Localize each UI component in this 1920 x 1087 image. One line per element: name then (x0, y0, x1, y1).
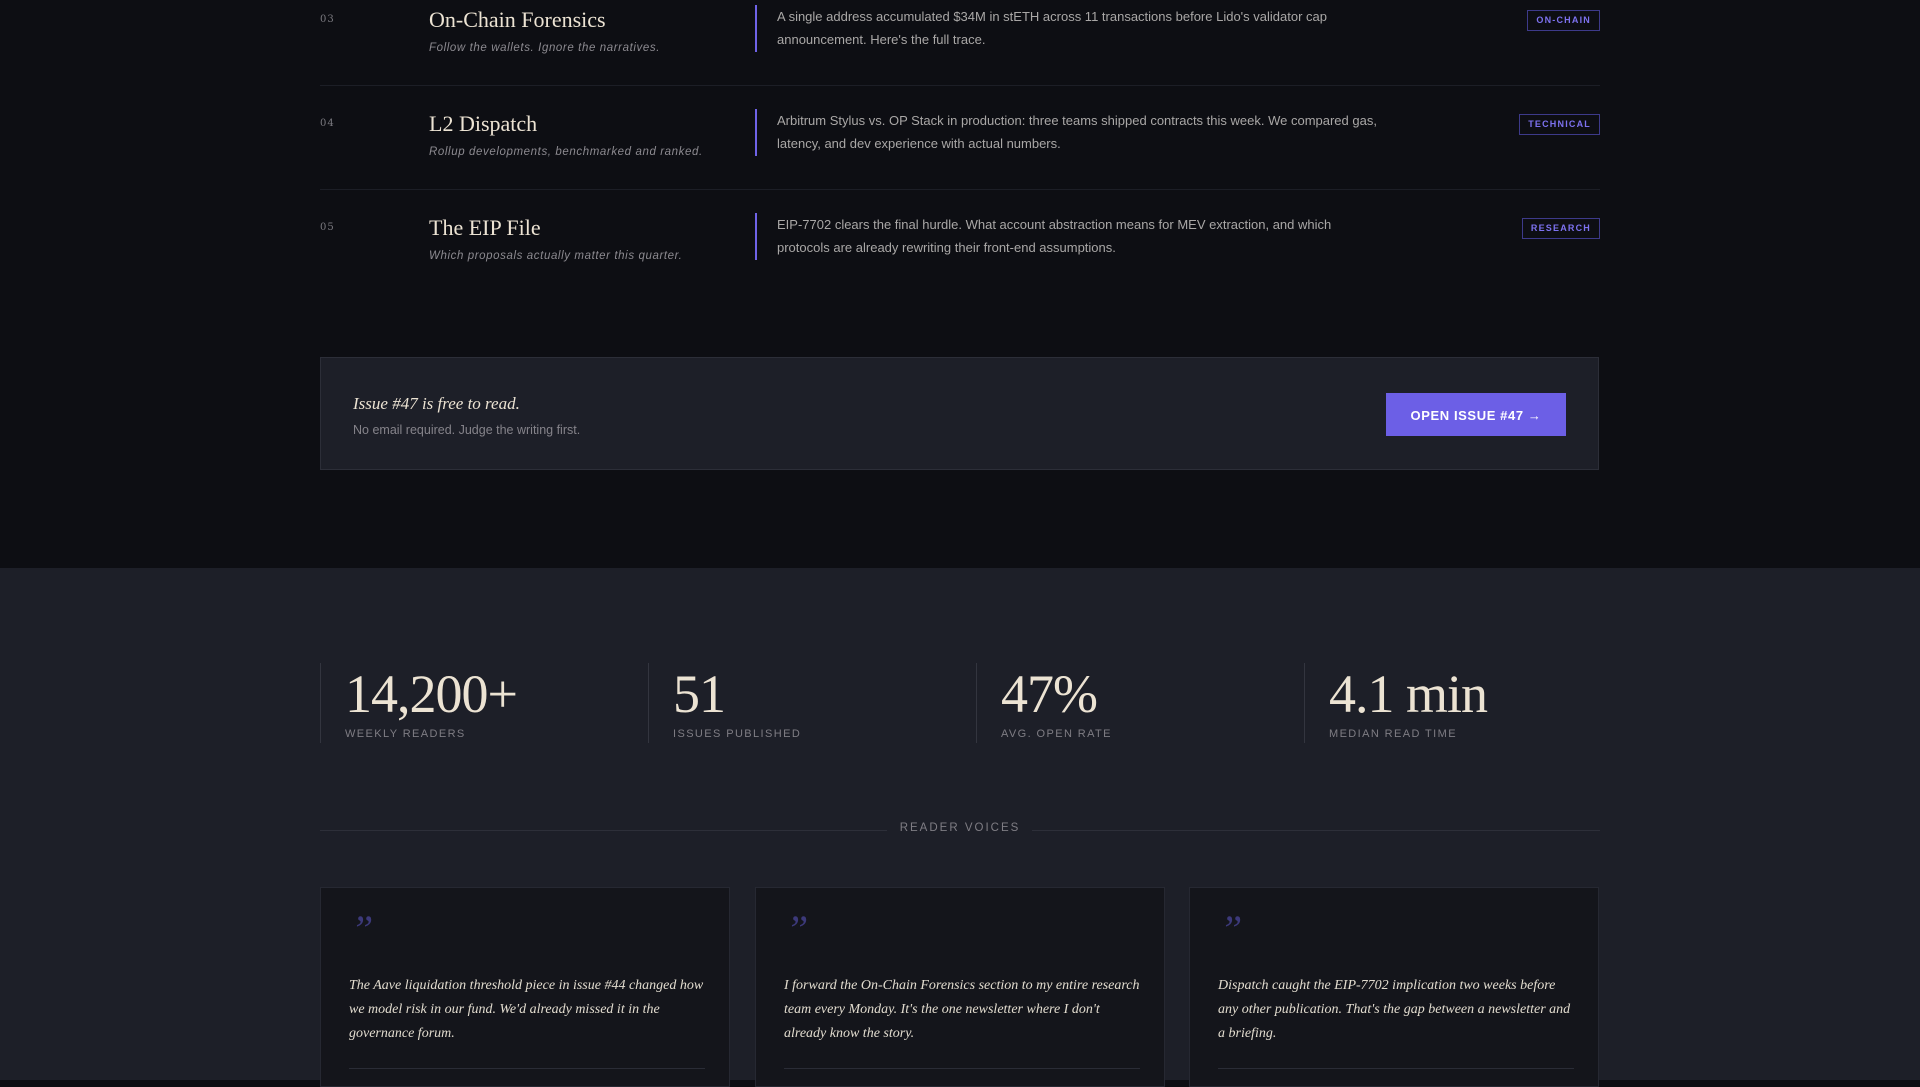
section-number: 04 (320, 118, 335, 129)
stat-issues-published: 51 ISSUES PUBLISHED (648, 663, 977, 743)
testimonial-card: ” I forward the On-Chain Forensics secti… (755, 887, 1165, 1087)
section-description: A single address accumulated $34M in stE… (777, 9, 1327, 47)
stat-label: WEEKLY READERS (345, 728, 466, 740)
section-subtitle: Rollup developments, benchmarked and ran… (429, 146, 703, 158)
section-description: Arbitrum Stylus vs. OP Stack in producti… (777, 113, 1377, 151)
stat-value: 51 (673, 664, 726, 724)
section-number: 05 (320, 222, 335, 233)
stat-label: AVG. OPEN RATE (1001, 728, 1112, 740)
section-title[interactable]: On-Chain Forensics (429, 7, 606, 33)
quote-mark-icon: ” (351, 907, 374, 952)
section-subtitle: Which proposals actually matter this qua… (429, 250, 683, 262)
stat-value: 4.1 min (1329, 664, 1488, 724)
card-divider (1218, 1068, 1574, 1069)
quote-mark-icon: ” (786, 907, 809, 952)
stat-value: 47% (1001, 664, 1098, 724)
testimonial-quote: The Aave liquidation threshold piece in … (349, 978, 704, 1041)
sections-area: 03 On-Chain Forensics Follow the wallets… (0, 0, 1920, 568)
stat-open-rate: 47% AVG. OPEN RATE (976, 663, 1305, 743)
banner-subtitle: No email required. Judge the writing fir… (353, 423, 581, 437)
section-description: EIP-7702 clears the final hurdle. What a… (777, 217, 1332, 255)
section-tag: ON-CHAIN (1527, 10, 1600, 31)
banner-title: Issue #47 is free to read. (353, 394, 520, 413)
section-number: 03 (320, 14, 335, 25)
card-divider (784, 1068, 1140, 1069)
stat-read-time: 4.1 min MEDIAN READ TIME (1304, 663, 1633, 743)
testimonial-card: ” The Aave liquidation threshold piece i… (320, 887, 730, 1087)
testimonial-quote: Dispatch caught the EIP-7702 implication… (1218, 978, 1571, 1041)
section-title[interactable]: The EIP File (429, 215, 541, 241)
section-tag: RESEARCH (1521, 218, 1600, 239)
section-title[interactable]: L2 Dispatch (429, 111, 537, 137)
accent-bar (755, 213, 757, 260)
stat-weekly-readers: 14,200+ WEEKLY READERS (320, 663, 649, 743)
stat-label: ISSUES PUBLISHED (673, 728, 802, 740)
stat-label: MEDIAN READ TIME (1329, 728, 1457, 740)
section-tag: TECHNICAL (1519, 114, 1600, 135)
section-row-on-chain[interactable]: 03 On-Chain Forensics Follow the wallets… (320, 0, 1600, 86)
testimonial-quote: I forward the On-Chain Forensics section… (784, 978, 1140, 1041)
section-row-eip-file[interactable]: 05 The EIP File Which proposals actually… (320, 208, 1600, 293)
stat-value: 14,200+ (345, 664, 518, 724)
reader-voices-heading: READER VOICES (899, 822, 1021, 834)
free-issue-banner: Issue #47 is free to read. No email requ… (320, 357, 1599, 470)
accent-bar (755, 5, 757, 52)
section-row-l2-dispatch[interactable]: 04 L2 Dispatch Rollup developments, benc… (320, 104, 1600, 190)
testimonial-card: ” Dispatch caught the EIP-7702 implicati… (1189, 887, 1599, 1087)
card-divider (349, 1068, 705, 1069)
accent-bar (755, 109, 757, 156)
quote-mark-icon: ” (1220, 907, 1243, 952)
open-issue-button[interactable]: OPEN ISSUE #47 → (1386, 393, 1566, 436)
section-subtitle: Follow the wallets. Ignore the narrative… (429, 42, 661, 54)
